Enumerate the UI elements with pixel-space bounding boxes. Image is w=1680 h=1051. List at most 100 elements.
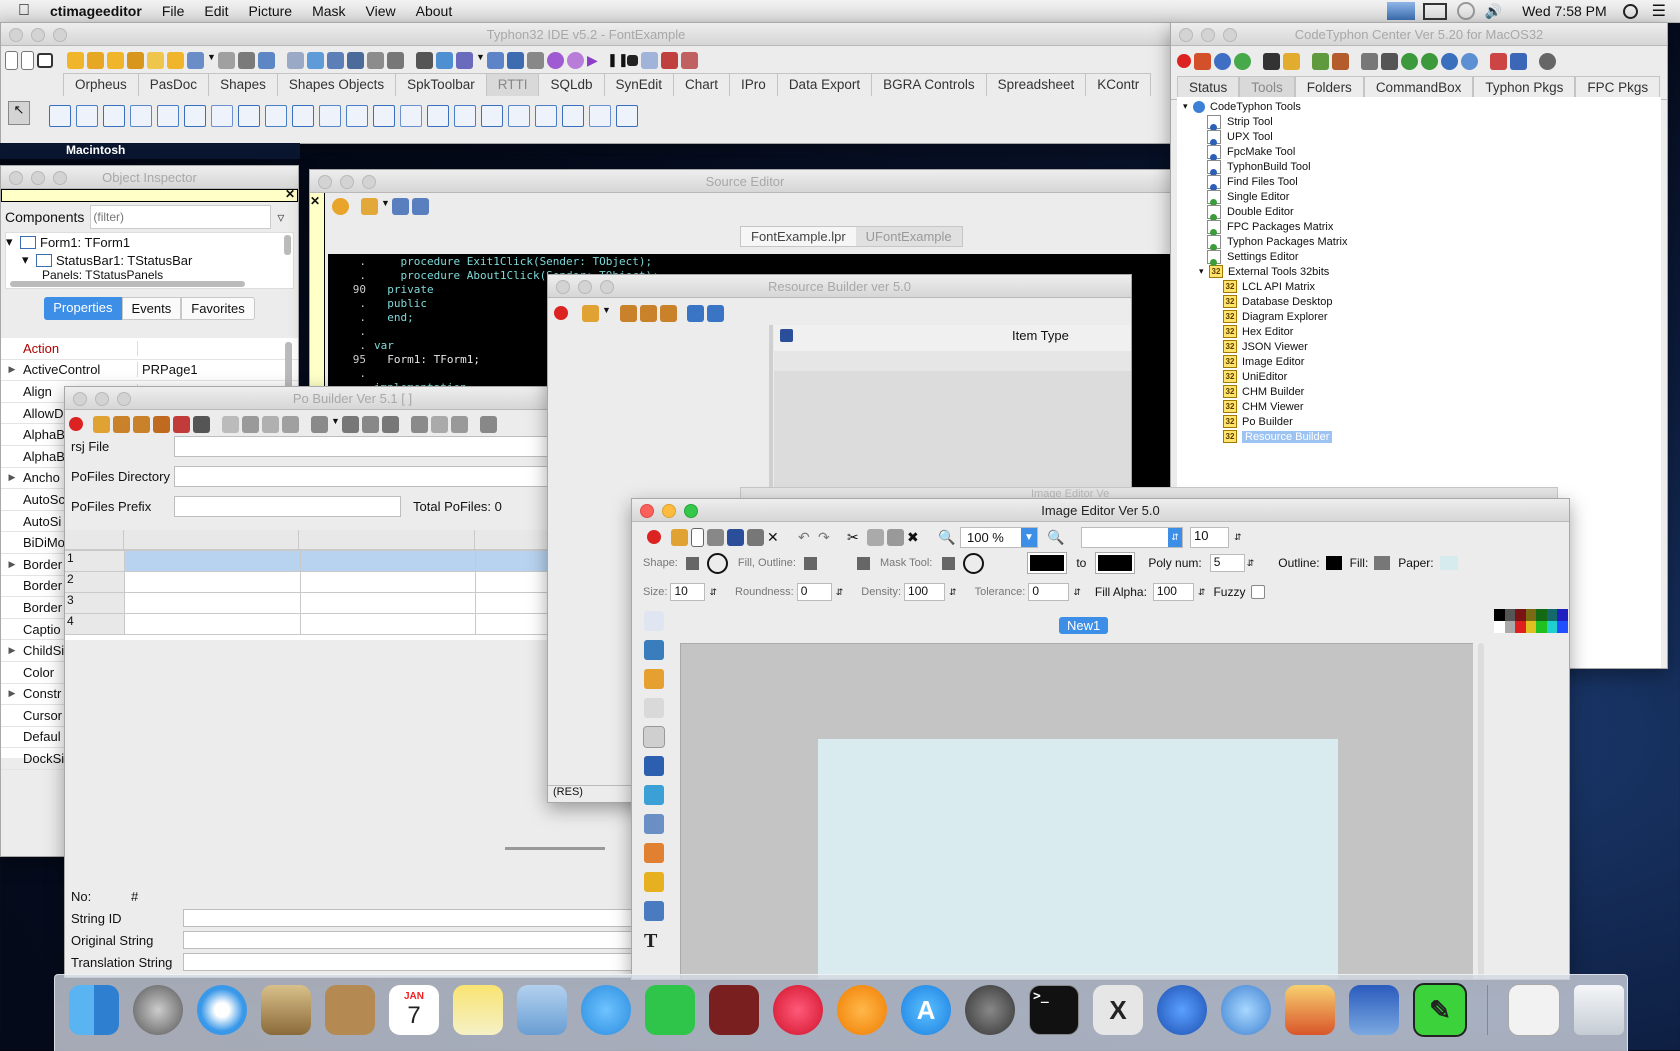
- tab-fpc-pkgs[interactable]: FPC Pkgs: [1575, 76, 1661, 99]
- back-icon[interactable]: [392, 198, 409, 215]
- revert-icon[interactable]: [167, 51, 184, 69]
- palette-component-icon[interactable]: [265, 105, 287, 127]
- rectangle-icon[interactable]: [644, 756, 664, 776]
- add-item-icon[interactable]: [687, 304, 704, 322]
- palette-tab-ipro[interactable]: IPro: [730, 74, 778, 96]
- density-spin-icon[interactable]: ⇵: [949, 587, 957, 598]
- zoom-button[interactable]: [362, 175, 376, 189]
- original-string-field[interactable]: [183, 931, 635, 949]
- step-out-icon[interactable]: [681, 51, 698, 69]
- tab-events[interactable]: Events: [121, 297, 182, 320]
- zoom-button[interactable]: [117, 392, 131, 406]
- build-gear-3-icon[interactable]: [1441, 52, 1458, 70]
- new-window-icon[interactable]: [37, 52, 53, 68]
- expand-arrow-icon[interactable]: ▶: [1, 364, 23, 375]
- palette-component-icon[interactable]: [562, 105, 584, 127]
- palette-component-icon[interactable]: [238, 105, 260, 127]
- step-over-icon[interactable]: [661, 51, 678, 69]
- dock-contacts-icon[interactable]: [325, 985, 375, 1035]
- close-button[interactable]: [9, 28, 23, 42]
- view-forms-icon[interactable]: [327, 51, 344, 69]
- palette-tab-rtti[interactable]: RTTI: [486, 74, 540, 96]
- expand-arrow-icon[interactable]: ▶: [1, 645, 23, 656]
- add-to-project-icon[interactable]: [367, 51, 384, 69]
- fill-alpha-spin-icon[interactable]: ⇵: [1198, 587, 1206, 598]
- palette-component-icon[interactable]: [184, 105, 206, 127]
- minimize-button[interactable]: [31, 171, 45, 185]
- zoom-button[interactable]: [53, 171, 67, 185]
- zoom-button[interactable]: [53, 28, 67, 42]
- palette-swatch[interactable]: [1494, 609, 1505, 621]
- notification-center-icon[interactable]: ☰: [1652, 1, 1666, 21]
- chevron-updown-icon[interactable]: ⇵: [1168, 527, 1182, 547]
- external-tool-item[interactable]: 32 Diagram Explorer: [1177, 309, 1661, 324]
- build-gear-icon[interactable]: [1401, 52, 1418, 70]
- dock-photo-booth-icon[interactable]: [709, 985, 759, 1035]
- import-2-icon[interactable]: [362, 415, 379, 433]
- dock-notes-icon[interactable]: [453, 985, 503, 1035]
- menu-clock[interactable]: Wed 7:58 PM: [1512, 3, 1617, 19]
- new-form-icon[interactable]: [21, 50, 34, 70]
- print-icon[interactable]: [480, 415, 497, 433]
- close-icon[interactable]: [554, 306, 568, 320]
- property-row[interactable]: Action: [1, 338, 298, 360]
- minimize-button[interactable]: [340, 175, 354, 189]
- zoom-in-icon[interactable]: 🔍: [1047, 529, 1064, 546]
- copy-2-icon[interactable]: [431, 415, 448, 433]
- page-icon[interactable]: [644, 611, 664, 631]
- tree-node-panels[interactable]: Panels: TStatusPanels: [6, 269, 293, 281]
- menu-edit[interactable]: Edit: [194, 3, 238, 19]
- close-icon[interactable]: [69, 417, 83, 431]
- save-icon[interactable]: [218, 51, 235, 69]
- close-button[interactable]: [556, 280, 570, 294]
- tab-commandbox[interactable]: CommandBox: [1363, 76, 1474, 99]
- dropdown-icon[interactable]: ▼: [331, 416, 340, 433]
- external-tool-item[interactable]: 32 JSON Viewer: [1177, 339, 1661, 354]
- palette-tab-shapes-objects[interactable]: Shapes Objects: [278, 74, 397, 96]
- step-into-icon[interactable]: [641, 51, 658, 69]
- string-id-field[interactable]: [183, 909, 635, 927]
- spray-icon[interactable]: [644, 785, 664, 805]
- palette-component-icon[interactable]: [49, 105, 71, 127]
- tool-item[interactable]: Typhon Packages Matrix: [1177, 234, 1661, 251]
- brush-icon[interactable]: [643, 726, 665, 748]
- palette-swatch[interactable]: [1546, 609, 1558, 621]
- dock-app-store-icon[interactable]: A: [901, 985, 951, 1035]
- palette-swatch[interactable]: [1536, 609, 1547, 621]
- palette-swatch[interactable]: [1494, 621, 1505, 633]
- expand-arrow-icon[interactable]: ▶: [1, 472, 23, 483]
- external-tool-item[interactable]: 32 Hex Editor: [1177, 324, 1661, 339]
- dropdown-2-icon[interactable]: ▼: [476, 52, 485, 69]
- palette-component-icon[interactable]: [400, 105, 422, 127]
- tool-item[interactable]: FPC Packages Matrix: [1177, 219, 1661, 236]
- export-icon[interactable]: [311, 415, 328, 433]
- menu-view[interactable]: View: [356, 3, 406, 19]
- palette-tab-spreadsheet[interactable]: Spreadsheet: [987, 74, 1087, 96]
- palette-icon[interactable]: [644, 843, 664, 863]
- palette-component-icon[interactable]: [373, 105, 395, 127]
- redo-icon[interactable]: ↷: [818, 529, 835, 546]
- dock-typhon-ide-icon[interactable]: ✎: [1413, 983, 1467, 1037]
- tab-status[interactable]: Status: [1177, 76, 1240, 99]
- palette-component-icon[interactable]: [454, 105, 476, 127]
- refresh-icon[interactable]: [1234, 52, 1251, 70]
- close-button[interactable]: [1179, 28, 1193, 42]
- mask-ellipse-icon[interactable]: [963, 552, 985, 574]
- component-filter-input[interactable]: [90, 205, 272, 229]
- save-rc-icon[interactable]: [640, 304, 657, 322]
- cut-icon[interactable]: ✂: [847, 529, 864, 546]
- expand-arrow-icon[interactable]: ▶: [1, 559, 23, 570]
- save-all-icon[interactable]: [238, 51, 255, 69]
- palette-tab-shapes[interactable]: Shapes: [209, 74, 278, 96]
- zoom-button[interactable]: [600, 280, 614, 294]
- palette-component-icon[interactable]: [589, 105, 611, 127]
- dock-facetime-icon[interactable]: [645, 985, 695, 1035]
- tab-favorites[interactable]: Favorites: [181, 297, 255, 320]
- palette-tab-pasdoc[interactable]: PasDoc: [139, 74, 210, 96]
- tab-tools[interactable]: Tools: [1239, 76, 1295, 99]
- minimize-button[interactable]: [578, 280, 592, 294]
- toggle-form-icon[interactable]: [287, 51, 304, 69]
- external-tool-item[interactable]: 32 LCL API Matrix: [1177, 279, 1661, 294]
- open-icon[interactable]: [87, 51, 104, 69]
- save-lrs-icon[interactable]: [660, 304, 677, 322]
